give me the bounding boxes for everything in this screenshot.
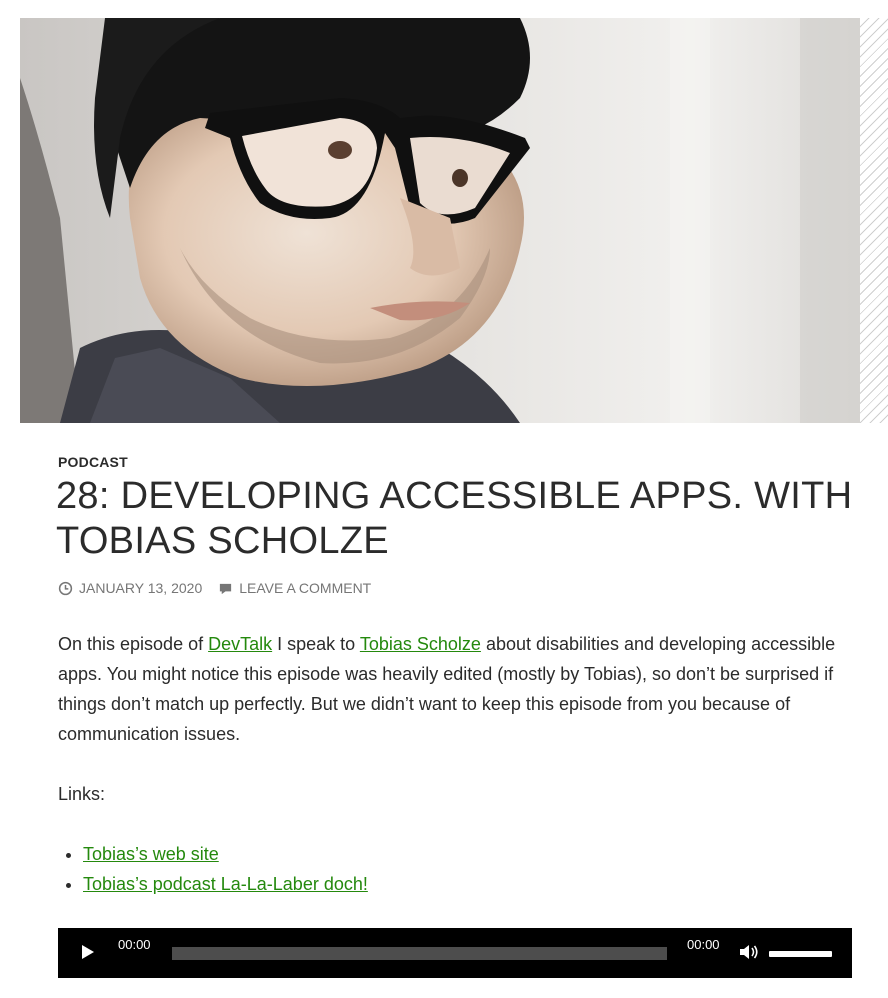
tobias-scholze-link[interactable]: Tobias Scholze (360, 634, 481, 654)
progress-bar[interactable] (172, 947, 667, 960)
category-link[interactable]: PODCAST (58, 454, 128, 470)
intro-paragraph: On this episode of DevTalk I speak to To… (58, 629, 858, 749)
list-item: Tobias’s web site (83, 839, 858, 869)
sidebar-hatch (860, 18, 888, 423)
links-heading: Links: (58, 784, 106, 804)
intro-text: On this episode of (58, 634, 209, 654)
list-item: Tobias’s podcast La-La-Laber doch! (83, 869, 858, 899)
clock-icon (58, 581, 73, 595)
volume-slider[interactable] (769, 951, 832, 957)
comments: Leave a comment (218, 580, 371, 596)
comment-icon (220, 583, 232, 594)
play-icon[interactable] (82, 945, 94, 959)
intro-text: I speak to (272, 634, 360, 654)
date-link[interactable]: January 13, 2020 (79, 580, 202, 596)
leave-comment-link[interactable]: Leave a comment (239, 580, 371, 596)
post-content: On this episode of DevTalk I speak to To… (58, 629, 858, 899)
links-list: Tobias’s web site Tobias’s podcast La-La… (58, 839, 858, 899)
tobias-podcast-link[interactable]: Tobias’s podcast La-La-Laber doch! (83, 874, 368, 894)
duration: 00:00 (687, 937, 720, 952)
devtalk-link[interactable]: DevTalk (208, 634, 272, 654)
featured-image (20, 18, 860, 423)
current-time: 00:00 (118, 937, 151, 952)
post-meta: January 13, 2020 Leave a comment (58, 580, 387, 596)
post-date: January 13, 2020 (58, 580, 202, 596)
audio-player: 00:00 00:00 (58, 928, 852, 978)
volume-icon[interactable] (739, 943, 759, 961)
tobias-website-link[interactable]: Tobias’s web site (83, 844, 219, 864)
post-title: 28: Developing Accessible Apps. With Tob… (56, 475, 853, 562)
